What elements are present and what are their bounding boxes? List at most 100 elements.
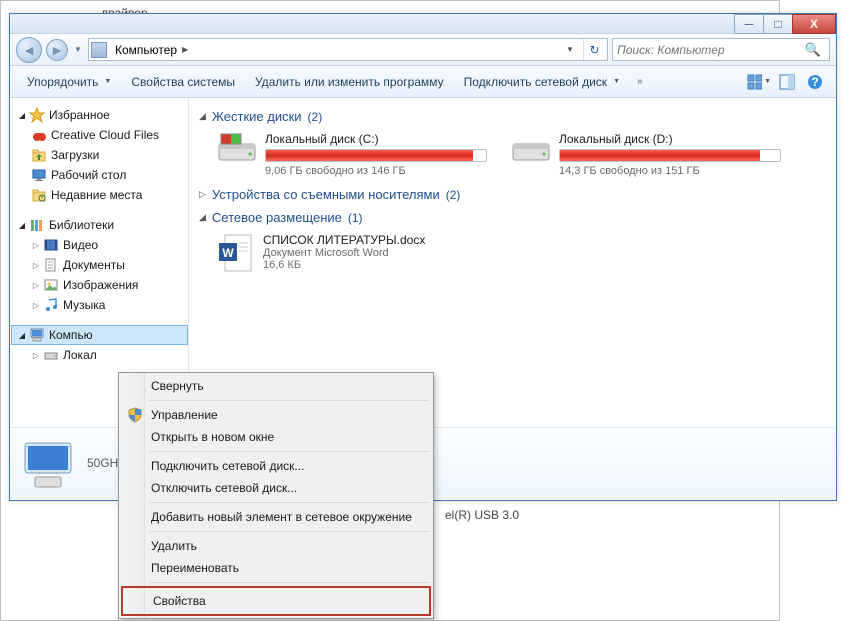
preview-pane-button[interactable]: [774, 70, 800, 94]
search-box[interactable]: 🔍: [612, 38, 830, 61]
documents-icon: [43, 257, 59, 273]
search-input[interactable]: [617, 43, 801, 57]
computer-large-icon: [21, 437, 75, 491]
star-icon: [29, 107, 45, 123]
svg-text:?: ?: [811, 75, 818, 89]
disk-free-text: 14,3 ГБ свободно из 151 ГБ: [559, 165, 781, 177]
context-menu-separator: [149, 531, 429, 532]
maximize-icon: □: [774, 17, 781, 31]
tree-libraries[interactable]: ◢ Библиотеки: [11, 215, 188, 235]
tree-item-documents[interactable]: ▷ Документы: [11, 255, 188, 275]
collapse-icon[interactable]: ◢: [199, 111, 206, 122]
chevron-down-icon: ▼: [104, 78, 111, 85]
system-properties-button[interactable]: Свойства системы: [122, 70, 244, 94]
tree-item-recent-places[interactable]: Недавние места: [11, 185, 188, 205]
help-icon: ?: [807, 74, 823, 90]
context-menu-properties[interactable]: Свойства: [121, 586, 431, 616]
computer-icon: [29, 327, 45, 343]
context-menu-manage[interactable]: Управление: [121, 404, 431, 426]
file-type: Документ Microsoft Word: [263, 247, 425, 259]
file-name: СПИСОК ЛИТЕРАТУРЫ.docx: [263, 233, 425, 247]
refresh-button[interactable]: ↻: [583, 39, 605, 60]
context-menu-add-network-location[interactable]: Добавить новый элемент в сетевое окружен…: [121, 506, 431, 528]
collapse-icon[interactable]: ◢: [17, 221, 27, 230]
hard-disk-icon: [511, 132, 551, 164]
uninstall-change-program-button[interactable]: Удалить или изменить программу: [246, 70, 453, 94]
videos-icon: [43, 237, 59, 253]
context-menu-separator: [149, 502, 429, 503]
context-menu-disconnect-network-drive[interactable]: Отключить сетевой диск...: [121, 477, 431, 499]
tree-item-pictures[interactable]: ▷ Изображения: [11, 275, 188, 295]
context-menu-collapse[interactable]: Свернуть: [121, 375, 431, 397]
collapse-icon[interactable]: ◢: [17, 111, 27, 120]
address-history-dropdown[interactable]: ▼: [561, 45, 579, 54]
expand-icon[interactable]: ▷: [31, 351, 41, 360]
collapse-icon[interactable]: ◢: [17, 331, 27, 340]
disk-name: Локальный диск (D:): [559, 132, 781, 146]
close-icon: X: [810, 17, 818, 31]
organize-button[interactable]: Упорядочить▼: [18, 70, 120, 94]
disk-c[interactable]: Локальный диск (C:) 9,06 ГБ свободно из …: [217, 132, 487, 177]
disk-usage-bar: [265, 149, 487, 162]
context-menu-delete[interactable]: Удалить: [121, 535, 431, 557]
disk-free-text: 9,06 ГБ свободно из 146 ГБ: [265, 165, 487, 177]
view-icon: [747, 74, 762, 90]
tree-item-creative-cloud[interactable]: Creative Cloud Files: [11, 125, 188, 145]
tree-computer[interactable]: ◢ Компью: [11, 325, 188, 345]
hard-disk-icon: [217, 132, 257, 164]
pictures-icon: [43, 277, 59, 293]
expand-icon[interactable]: ▷: [199, 189, 206, 200]
expand-icon[interactable]: ▷: [31, 301, 41, 310]
music-icon: [43, 297, 59, 313]
disk-name: Локальный диск (C:): [265, 132, 487, 146]
downloads-icon: [31, 147, 47, 163]
context-menu-separator: [149, 451, 429, 452]
preview-pane-icon: [779, 74, 795, 90]
tree-item-music[interactable]: ▷ Музыка: [11, 295, 188, 315]
group-network-location[interactable]: ◢ Сетевое размещение (1): [199, 210, 825, 225]
tree-item-videos[interactable]: ▷ Видео: [11, 235, 188, 255]
recent-places-icon: [31, 187, 47, 203]
file-item[interactable]: W СПИСОК ЛИТЕРАТУРЫ.docx Документ Micros…: [217, 233, 825, 273]
forward-button[interactable]: ►: [46, 39, 68, 61]
back-button[interactable]: ◄: [16, 37, 42, 63]
tree-favorites[interactable]: ◢ Избранное: [11, 105, 188, 125]
recent-locations-dropdown[interactable]: ▼: [72, 40, 84, 60]
group-removable[interactable]: ▷ Устройства со съемными носителями (2): [199, 187, 825, 202]
tree-item-desktop[interactable]: Рабочий стол: [11, 165, 188, 185]
command-bar: Упорядочить▼ Свойства системы Удалить ил…: [10, 66, 836, 98]
breadcrumb-computer[interactable]: Компьютер ▶: [111, 39, 195, 60]
titlebar: ─ □ X: [10, 14, 836, 34]
change-view-button[interactable]: ▼: [746, 70, 772, 94]
context-menu-rename[interactable]: Переименовать: [121, 557, 431, 579]
svg-text:W: W: [222, 246, 234, 260]
close-button[interactable]: X: [792, 14, 836, 34]
map-network-drive-button[interactable]: Подключить сетевой диск▼: [455, 70, 629, 94]
tree-item-downloads[interactable]: Загрузки: [11, 145, 188, 165]
desktop-icon: [31, 167, 47, 183]
expand-icon[interactable]: ▷: [31, 261, 41, 270]
chevron-down-icon: ▼: [613, 78, 620, 85]
context-menu-map-network-drive[interactable]: Подключить сетевой диск...: [121, 455, 431, 477]
search-icon[interactable]: 🔍: [801, 42, 825, 58]
expand-icon[interactable]: ▷: [31, 241, 41, 250]
chevron-right-icon: ▶: [179, 45, 191, 54]
computer-icon: [91, 42, 107, 58]
disk-d[interactable]: Локальный диск (D:) 14,3 ГБ свободно из …: [511, 132, 781, 177]
shield-icon: [126, 406, 144, 424]
expand-icon[interactable]: ▷: [31, 281, 41, 290]
maximize-button[interactable]: □: [763, 14, 793, 34]
collapse-icon[interactable]: ◢: [199, 212, 206, 223]
breadcrumb-label: Компьютер: [115, 43, 177, 57]
chevron-down-icon: ▼: [764, 78, 771, 85]
minimize-button[interactable]: ─: [734, 14, 764, 34]
help-button[interactable]: ?: [802, 70, 828, 94]
group-hard-drives[interactable]: ◢ Жесткие диски (2): [199, 109, 825, 124]
tree-item-local-disk[interactable]: ▷ Локал: [11, 345, 188, 365]
context-menu-open-new-window[interactable]: Открыть в новом окне: [121, 426, 431, 448]
context-menu-separator: [149, 582, 429, 583]
libraries-icon: [29, 217, 45, 233]
overflow-chevron-icon[interactable]: »: [631, 76, 649, 87]
background-usb-text: el(R) USB 3.0: [445, 508, 519, 522]
address-bar[interactable]: Компьютер ▶ ▼ ↻: [88, 38, 608, 61]
